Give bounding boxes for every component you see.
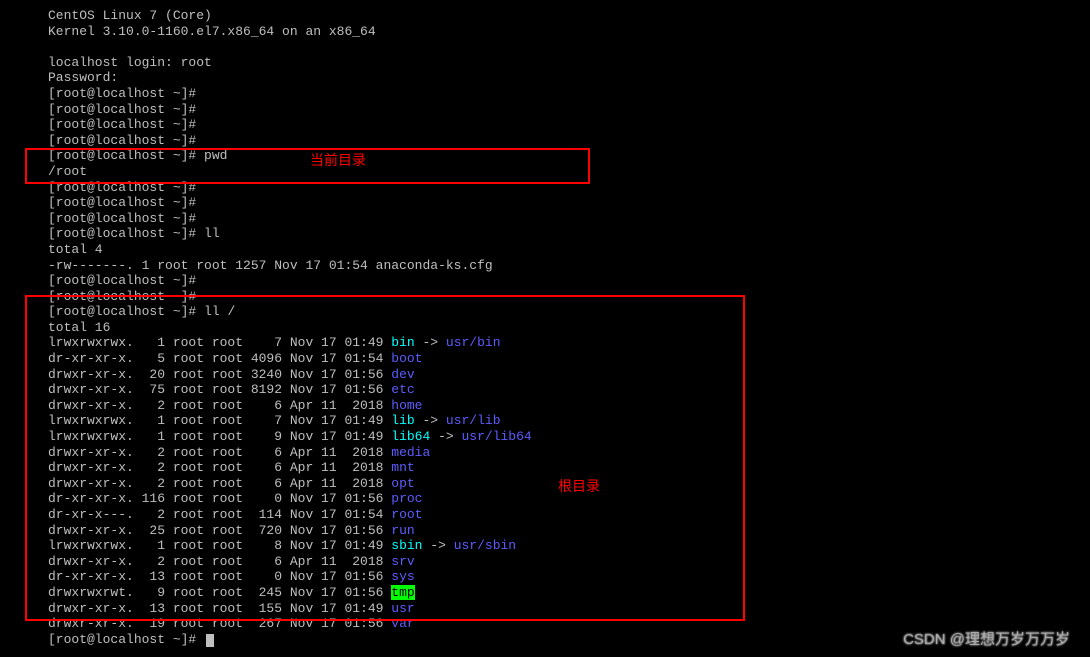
list-row: lrwxrwxrwx. 1 root root 9 Nov 17 01:49 l… bbox=[0, 429, 1090, 445]
os-banner-2: Kernel 3.10.0-1160.el7.x86_64 on an x86_… bbox=[0, 24, 1090, 40]
prompt-line: [root@localhost ~]# bbox=[0, 117, 1090, 133]
list-row: drwxr-xr-x. 13 root root 155 Nov 17 01:4… bbox=[0, 601, 1090, 617]
list-row: drwxr-xr-x. 2 root root 6 Apr 11 2018 me… bbox=[0, 445, 1090, 461]
ll-entry: -rw-------. 1 root root 1257 Nov 17 01:5… bbox=[0, 258, 1090, 274]
prompt-line: [root@localhost ~]# bbox=[0, 86, 1090, 102]
list-row: lrwxrwxrwx. 1 root root 7 Nov 17 01:49 l… bbox=[0, 413, 1090, 429]
os-banner-1: CentOS Linux 7 (Core) bbox=[0, 8, 1090, 24]
list-row: drwxr-xr-x. 2 root root 6 Apr 11 2018 sr… bbox=[0, 554, 1090, 570]
prompt-line: [root@localhost ~]# bbox=[0, 180, 1090, 196]
root-dir-listing: lrwxrwxrwx. 1 root root 7 Nov 17 01:49 b… bbox=[0, 335, 1090, 631]
list-row: drwxr-xr-x. 19 root root 267 Nov 17 01:5… bbox=[0, 616, 1090, 632]
list-row: dr-xr-x---. 2 root root 114 Nov 17 01:54… bbox=[0, 507, 1090, 523]
cmd-ll-root: [root@localhost ~]# ll / bbox=[0, 304, 1090, 320]
password-prompt: Password: bbox=[0, 70, 1090, 86]
prompt-line: [root@localhost ~]# bbox=[0, 102, 1090, 118]
cmd-ll: [root@localhost ~]# ll bbox=[0, 226, 1090, 242]
ll-root-total: total 16 bbox=[0, 320, 1090, 336]
list-row: drwxrwxrwt. 9 root root 245 Nov 17 01:56… bbox=[0, 585, 1090, 601]
list-row: dr-xr-xr-x. 116 root root 0 Nov 17 01:56… bbox=[0, 491, 1090, 507]
ll-total: total 4 bbox=[0, 242, 1090, 258]
prompt-line: [root@localhost ~]# bbox=[0, 273, 1090, 289]
prompt-line: [root@localhost ~]# bbox=[0, 211, 1090, 227]
login-prompt: localhost login: root bbox=[0, 55, 1090, 71]
list-row: drwxr-xr-x. 25 root root 720 Nov 17 01:5… bbox=[0, 523, 1090, 539]
watermark: CSDN @理想万岁万万岁 bbox=[903, 631, 1070, 649]
list-row: lrwxrwxrwx. 1 root root 8 Nov 17 01:49 s… bbox=[0, 538, 1090, 554]
list-row: dr-xr-xr-x. 13 root root 0 Nov 17 01:56 … bbox=[0, 569, 1090, 585]
list-row: dr-xr-xr-x. 5 root root 4096 Nov 17 01:5… bbox=[0, 351, 1090, 367]
prompt-line: [root@localhost ~]# bbox=[0, 289, 1090, 305]
cmd-pwd: [root@localhost ~]# pwd bbox=[0, 148, 1090, 164]
list-row: lrwxrwxrwx. 1 root root 7 Nov 17 01:49 b… bbox=[0, 335, 1090, 351]
pwd-output: /root bbox=[0, 164, 1090, 180]
list-row: drwxr-xr-x. 2 root root 6 Apr 11 2018 ho… bbox=[0, 398, 1090, 414]
prompt-line: [root@localhost ~]# bbox=[0, 195, 1090, 211]
terminal-area[interactable]: CentOS Linux 7 (Core) Kernel 3.10.0-1160… bbox=[0, 8, 1090, 647]
blank bbox=[0, 39, 1090, 55]
list-row: drwxr-xr-x. 2 root root 6 Apr 11 2018 op… bbox=[0, 476, 1090, 492]
list-row: drwxr-xr-x. 2 root root 6 Apr 11 2018 mn… bbox=[0, 460, 1090, 476]
list-row: drwxr-xr-x. 75 root root 8192 Nov 17 01:… bbox=[0, 382, 1090, 398]
prompt-line: [root@localhost ~]# bbox=[0, 133, 1090, 149]
cursor-icon bbox=[206, 634, 214, 647]
list-row: drwxr-xr-x. 20 root root 3240 Nov 17 01:… bbox=[0, 367, 1090, 383]
